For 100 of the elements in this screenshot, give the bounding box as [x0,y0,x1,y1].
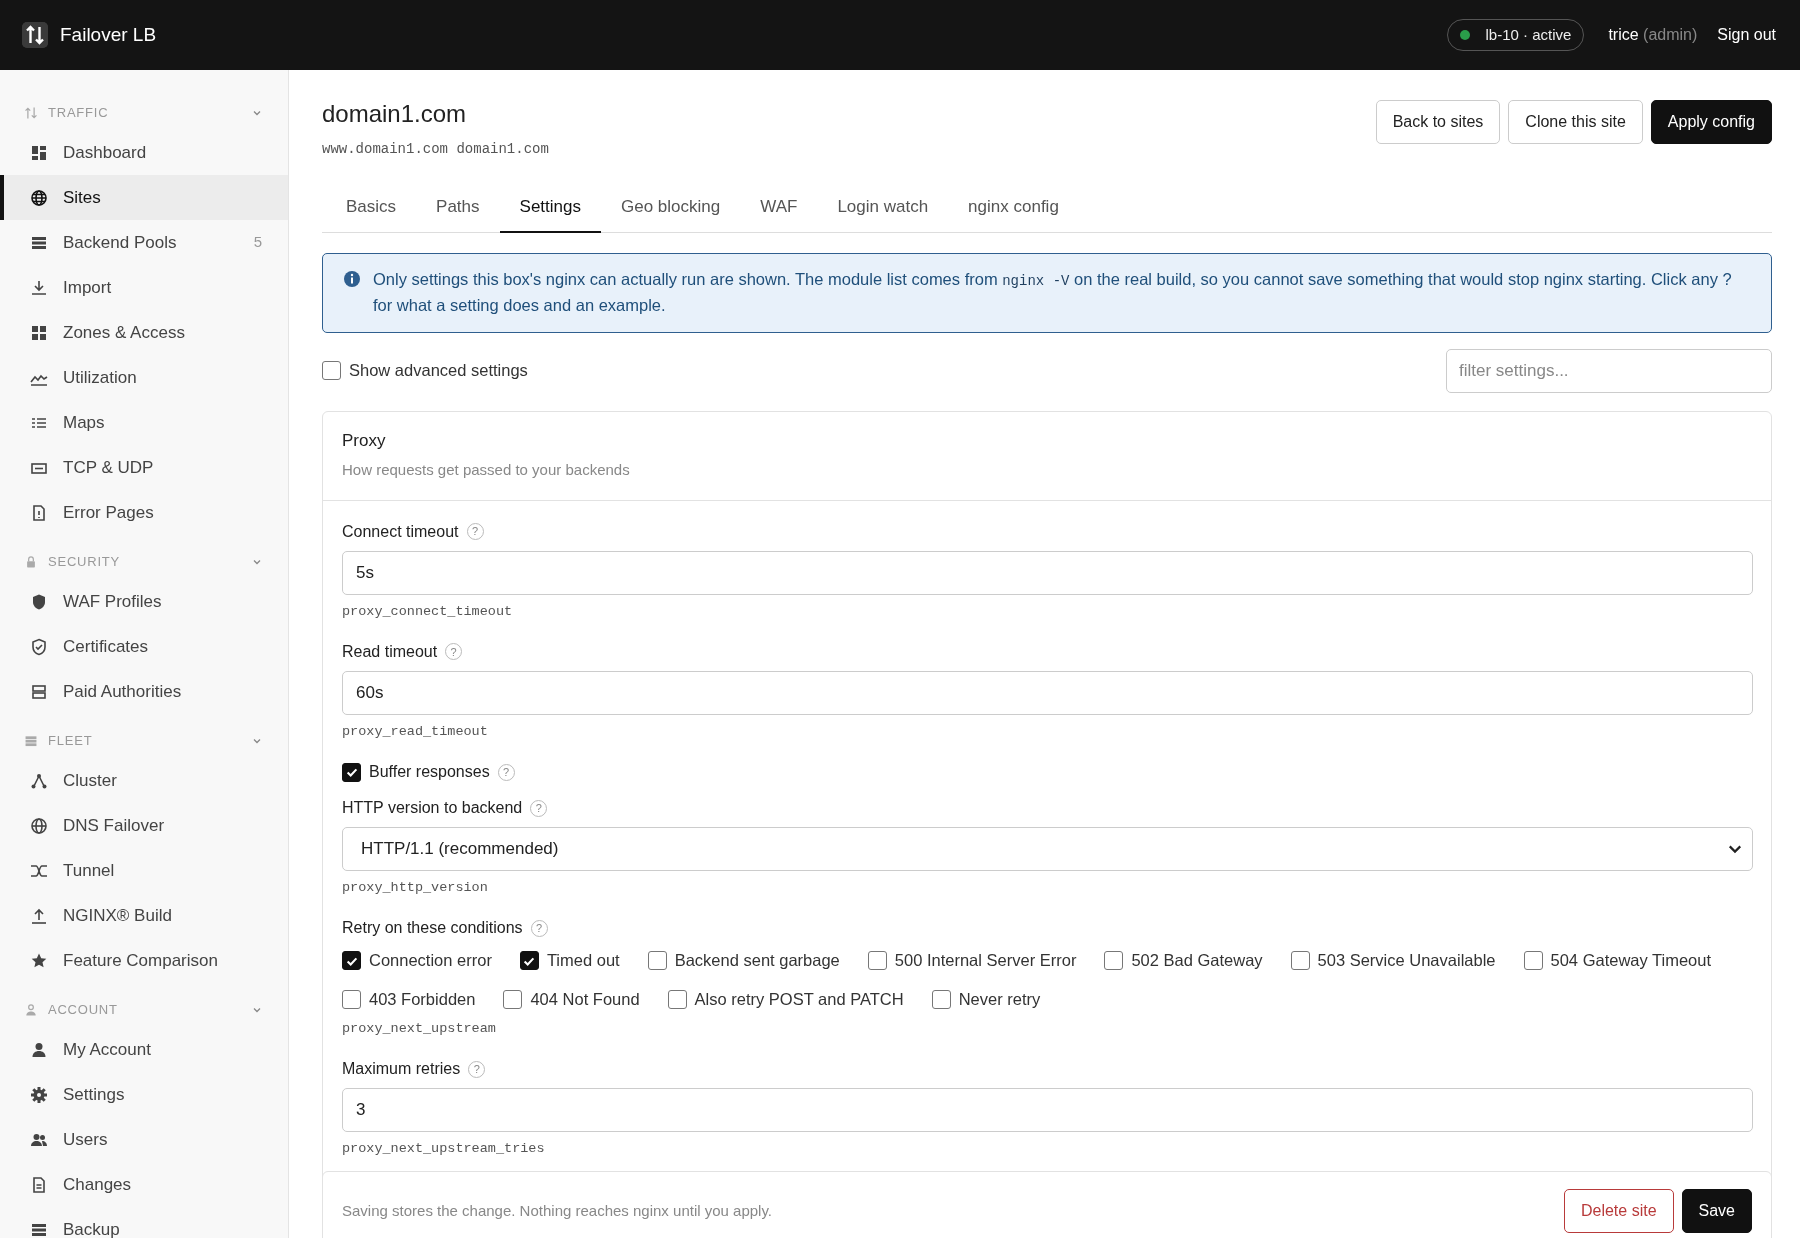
sidebar-item[interactable]: Cluster [0,758,288,803]
field-label: Connect timeout [342,521,459,542]
text-field[interactable]: 5s [342,550,1753,595]
tab[interactable]: Login watch [817,181,949,234]
sign-out-link[interactable]: Sign out [1717,23,1776,47]
sidebar-item[interactable]: Zones & Access [0,310,288,355]
sidebar-item[interactable]: Backend Pools 5 [0,220,288,265]
checkbox-label: 403 Forbidden [369,989,476,1011]
checkbox[interactable] [931,989,951,1009]
sidebar-item[interactable]: NGINX® Build [0,893,288,938]
action-button[interactable]: Apply config [1650,100,1772,144]
field-label: Read timeout [342,641,438,662]
sidebar-item[interactable]: Backup [0,1207,288,1238]
page-title: domain1.com [322,100,468,129]
checkbox-label: 404 Not Found [530,989,640,1011]
tab[interactable]: Basics [326,181,417,234]
checkbox-label: 503 Service Unavailable [1317,950,1496,972]
item-count: 5 [253,232,262,253]
globe-icon [30,188,48,207]
sidebar-item[interactable]: Certificates [0,624,288,669]
person-icon [24,1003,38,1017]
tab[interactable]: WAF [740,181,818,234]
section-heading: ACCOUNT [48,1001,118,1020]
section-heading: TRAFFIC [48,104,109,123]
checkbox[interactable] [519,951,539,971]
directive-name: proxy_next_upstream [342,1019,497,1038]
dropdown[interactable]: HTTP/1.1 (recommended) [342,827,1753,872]
server-icon [24,734,38,748]
field-label: Retry on these conditions [342,918,523,939]
checkbox[interactable] [342,951,361,971]
sidebar-item[interactable]: Utilization [0,355,288,400]
text-field[interactable]: 60s [342,670,1753,715]
filter-field[interactable]: filter settings... [1446,348,1772,393]
sidebar-item[interactable]: Paid Authorities [0,669,288,714]
sidebar-item[interactable]: TCP & UDP [0,445,288,490]
sidebar-item[interactable]: WAF Profiles [0,579,288,624]
info-icon [343,270,361,289]
checkbox-label: Show advanced settings [349,360,528,382]
checkbox-label: 504 Gateway Timeout [1550,950,1712,972]
checkbox[interactable] [867,951,887,971]
footer-note: Saving stores the change. Nothing reaches nginx until you apply. [342,1200,772,1221]
chevron-icon[interactable] [252,1005,262,1015]
download-icon [30,278,48,297]
sidebar-item[interactable]: DNS Failover [0,803,288,848]
tab[interactable]: Paths [416,181,500,234]
checkbox[interactable] [322,361,341,381]
field-label: Buffer responses [369,762,490,783]
chevron-icon[interactable] [252,736,262,746]
sidebar-item[interactable]: Sites [0,175,288,220]
checkbox[interactable] [342,989,361,1009]
checkbox[interactable] [1290,951,1310,971]
section-title: Proxy [342,429,387,452]
checkbox[interactable] [667,989,687,1009]
sidebar-item[interactable]: Import [0,265,288,310]
globe-icon [30,816,48,835]
shield-check-icon [30,637,48,656]
upload-icon [30,906,48,925]
checkbox[interactable] [1523,951,1543,971]
chevron-icon[interactable] [252,108,262,118]
tab[interactable]: nginx config [948,181,1079,234]
directive-name: proxy_http_version [342,879,489,898]
notice-text: Only settings this box's nginx can actually run are shown. The module list comes from nginx -V on the real build, so you cannot save something that would stop nginx starting. Click any ? for what a setting does and an example. [373,269,1733,316]
server-icon [30,682,48,701]
chevron-icon[interactable] [252,557,262,567]
section-heading: SECURITY [48,553,120,572]
directive-name: proxy_read_timeout [342,722,489,741]
footer-button[interactable]: Delete site [1563,1189,1674,1233]
action-button[interactable]: Back to sites [1375,100,1501,144]
sidebar-item[interactable]: Feature Comparison [0,938,288,983]
checkbox[interactable] [1104,951,1124,971]
checkbox-label: Connection error [369,950,492,972]
footer-button[interactable]: Save [1681,1189,1752,1233]
checkbox[interactable] [342,762,361,782]
checkbox-label: Never retry [958,989,1041,1011]
sidebar-item[interactable]: My Account [0,1027,288,1072]
directive-name: proxy_connect_timeout [342,602,514,621]
lock-icon [24,555,38,569]
section-subtitle: How requests get passed to your backends [342,460,631,481]
tab[interactable]: Geo blocking [601,181,741,234]
node-status-text: lb-10 · active [1485,24,1572,45]
sidebar-item[interactable]: Dashboard [0,130,288,175]
checkbox[interactable] [503,989,523,1009]
checkbox-label: 500 Internal Server Error [894,950,1077,972]
gear-icon [30,1085,48,1104]
person-icon [30,1040,48,1059]
text-field[interactable]: 3 [342,1088,1753,1133]
tab[interactable]: Settings [499,181,601,234]
user-name: trice (admin) [1608,25,1698,45]
sidebar-item[interactable]: Maps [0,400,288,445]
sidebar-item[interactable]: Settings [0,1072,288,1117]
sidebar-item[interactable]: Users [0,1117,288,1162]
document-icon [30,1175,48,1194]
network-icon [30,771,48,790]
action-button[interactable]: Clone this site [1508,100,1643,144]
checkbox-label: Also retry POST and PATCH [694,989,904,1011]
checkbox[interactable] [647,951,667,971]
sidebar-item[interactable]: Tunnel [0,848,288,893]
sidebar-item[interactable]: Changes [0,1162,288,1207]
sidebar-item[interactable]: Error Pages [0,490,288,535]
brand-name: Failover LB [60,22,157,47]
